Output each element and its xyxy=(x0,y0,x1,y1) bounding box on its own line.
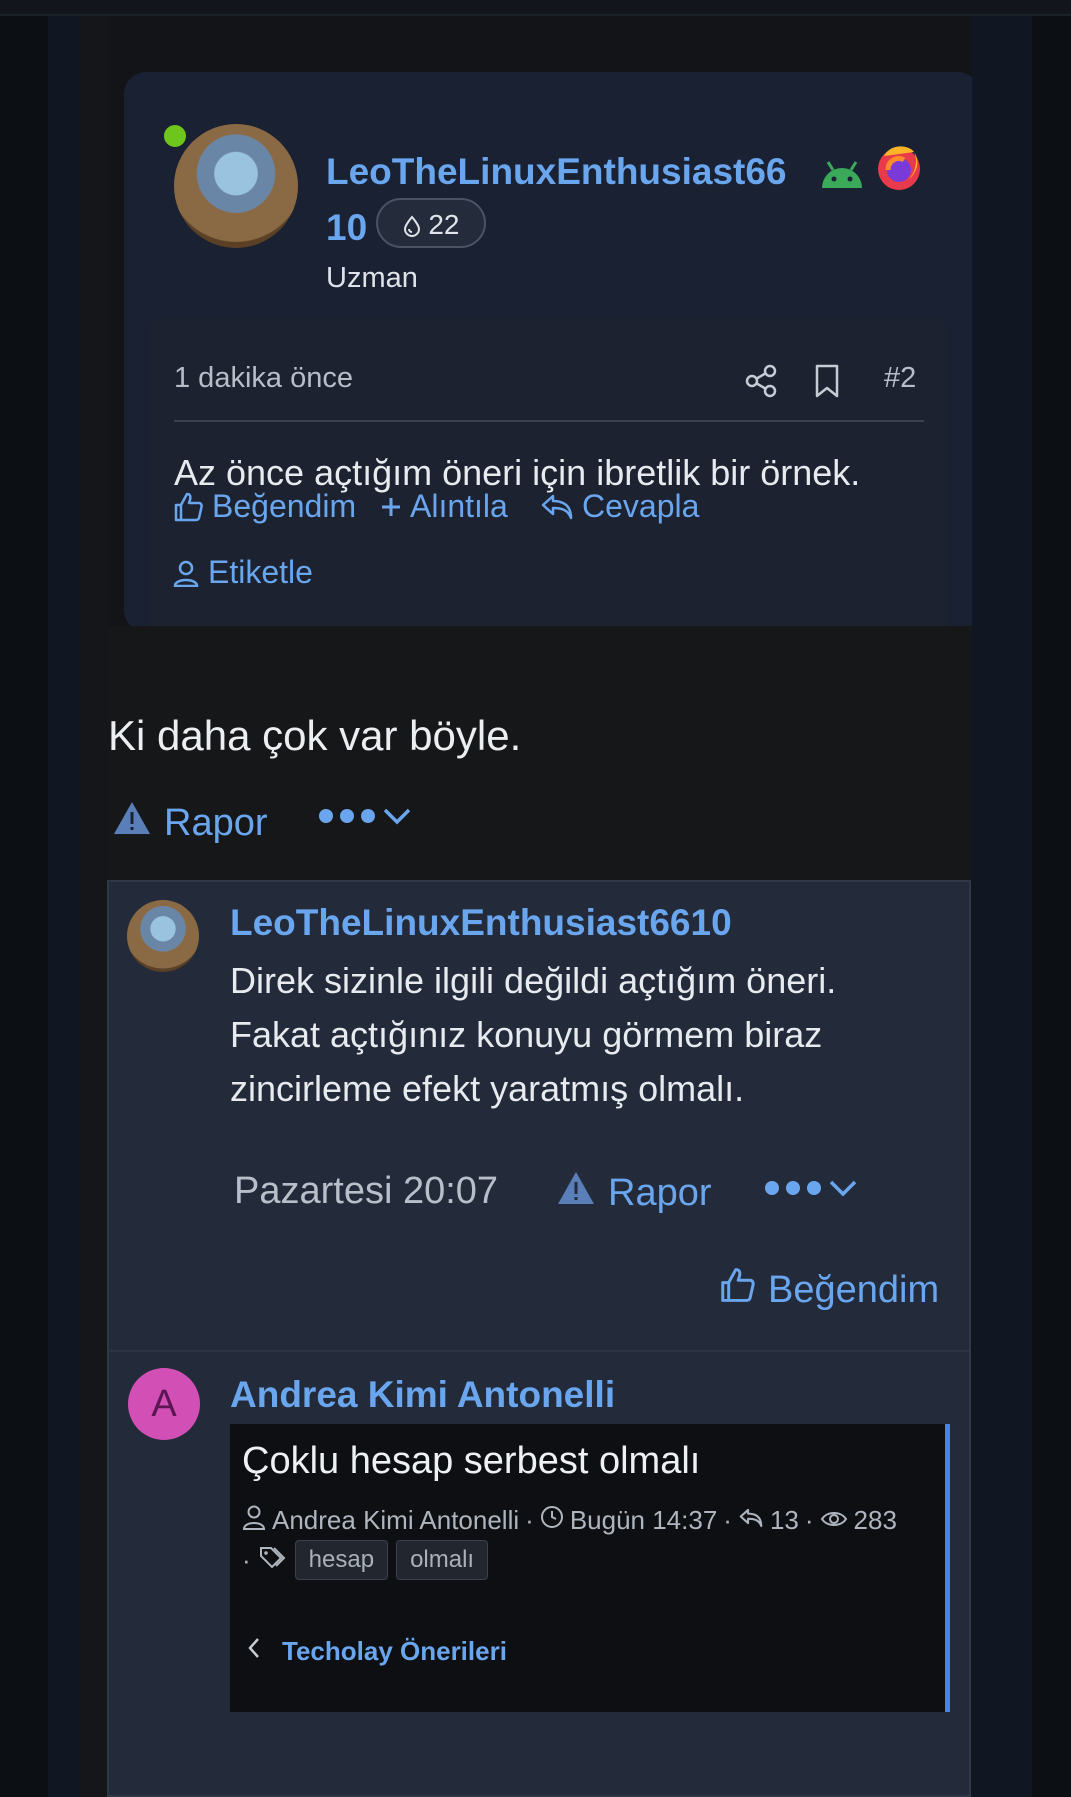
user-icon xyxy=(242,1504,266,1537)
chevron-down-icon xyxy=(382,806,412,831)
droplet-icon xyxy=(403,209,429,240)
eye-icon xyxy=(820,1505,848,1536)
reply-avatar[interactable]: A xyxy=(128,1368,200,1440)
like-button[interactable]: Beğendim xyxy=(172,488,356,525)
more-icon xyxy=(764,1179,822,1202)
warning-icon xyxy=(556,1170,596,1216)
reply-icon xyxy=(540,492,574,522)
comment-divider xyxy=(109,1350,969,1352)
top-bar xyxy=(0,0,1071,16)
comment-more-options-button[interactable] xyxy=(764,1178,858,1203)
topic-category-link[interactable]: Techolay Önerileri xyxy=(246,1636,507,1667)
reply-username[interactable]: Andrea Kimi Antonelli xyxy=(230,1374,615,1416)
comment-time[interactable]: Pazartesi 20:07 xyxy=(234,1170,498,1213)
tag-chip[interactable]: hesap xyxy=(294,1540,389,1580)
meta-separator: · xyxy=(525,1505,534,1535)
bookmark-icon[interactable] xyxy=(812,363,842,399)
reply-button[interactable]: Cevapla xyxy=(540,488,699,525)
user-icon xyxy=(172,559,200,587)
more-icon xyxy=(318,807,376,830)
embedded-post: LeoTheLinuxEnthusiast6610 22 Uzman 1 dak… xyxy=(108,16,972,626)
post-number[interactable]: #2 xyxy=(884,362,916,395)
avatar[interactable] xyxy=(174,124,298,248)
topic-replies: 13 xyxy=(769,1505,799,1535)
post-text: Ki daha çok var böyle. xyxy=(108,712,522,759)
topic-meta: Andrea Kimi Antonelli · Bugün 14:37 · 13… xyxy=(242,1504,897,1537)
reply-icon xyxy=(738,1505,764,1536)
like-label: Beğendim xyxy=(212,488,357,524)
topic-author[interactable]: Andrea Kimi Antonelli xyxy=(272,1505,519,1536)
meta-separator: · xyxy=(723,1505,732,1535)
android-icon xyxy=(818,158,866,190)
comment-avatar[interactable] xyxy=(127,900,199,972)
clock-icon xyxy=(540,1505,564,1536)
comment-like-label: Beğendim xyxy=(768,1268,940,1311)
post-time[interactable]: 1 dakika önce xyxy=(174,362,353,395)
quote-button[interactable]: Alıntıla xyxy=(380,488,508,525)
tag-chip[interactable]: olmalı xyxy=(396,1540,489,1580)
page: LeoTheLinuxEnthusiast6610 22 Uzman 1 dak… xyxy=(0,0,1071,1797)
tag-icon xyxy=(259,1545,287,1576)
plus-icon xyxy=(380,496,402,518)
more-options-button[interactable] xyxy=(318,806,412,831)
divider xyxy=(174,420,924,422)
tag-user-label: Etiketle xyxy=(208,554,313,590)
firefox-icon xyxy=(874,142,924,192)
meta-separator: · xyxy=(804,1505,814,1535)
quote-label: Alıntıla xyxy=(410,488,508,524)
comment-like-button[interactable]: Beğendim xyxy=(718,1266,939,1314)
chevron-left-icon xyxy=(246,1636,262,1667)
comment-report-button[interactable]: Rapor xyxy=(556,1170,712,1216)
reputation-count: 22 xyxy=(428,209,460,240)
topic-category: Techolay Önerileri xyxy=(282,1636,507,1666)
reply-label: Cevapla xyxy=(582,488,700,524)
chevron-down-icon xyxy=(828,1178,858,1203)
warning-icon xyxy=(112,800,152,846)
online-status-dot xyxy=(160,121,190,151)
topic-views: 283 xyxy=(853,1505,897,1535)
meta-separator: · xyxy=(242,1544,251,1575)
topic-title[interactable]: Çoklu hesap serbest olmalı xyxy=(242,1440,700,1483)
comment-text: Direk sizinle ilgili değildi açtığım öne… xyxy=(230,960,837,1109)
tag-user-button[interactable]: Etiketle xyxy=(172,554,313,591)
user-role: Uzman xyxy=(326,262,418,294)
topic-tags: · hesap olmalı xyxy=(242,1540,489,1580)
thumbs-up-icon xyxy=(172,491,204,523)
report-label: Rapor xyxy=(164,801,268,844)
comment-username[interactable]: LeoTheLinuxEnthusiast6610 xyxy=(230,902,732,944)
report-button[interactable]: Rapor xyxy=(112,800,268,846)
share-icon[interactable] xyxy=(744,364,778,398)
topic-time: Bugün 14:37 xyxy=(569,1505,718,1535)
thumbs-up-icon xyxy=(718,1266,756,1314)
reputation-badge: 22 xyxy=(376,198,486,248)
comment-report-label: Rapor xyxy=(608,1171,712,1214)
